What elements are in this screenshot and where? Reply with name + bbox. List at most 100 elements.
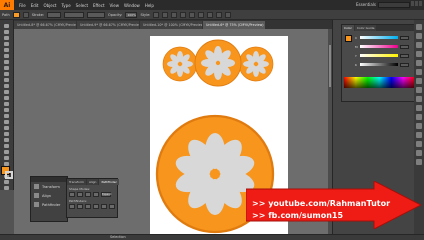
opacity-field[interactable]: 100% — [125, 11, 138, 18]
trim-button[interactable] — [77, 204, 83, 209]
rotate-tool-icon[interactable] — [1, 95, 12, 100]
gradient-panel-icon[interactable] — [416, 69, 422, 75]
graphic-style-swatch[interactable] — [153, 11, 160, 18]
minus-front-button[interactable] — [77, 192, 83, 197]
lasso-tool-icon[interactable] — [1, 41, 12, 46]
fill-stroke-widget[interactable] — [1, 166, 13, 180]
panel-menu-button[interactable] — [225, 11, 232, 18]
stroke-panel-icon[interactable] — [416, 60, 422, 66]
menu-file[interactable]: File — [19, 3, 26, 8]
color-panel-fill-swatch[interactable] — [345, 35, 352, 42]
line-tool-icon[interactable] — [1, 59, 12, 64]
paintbrush-tool-icon[interactable] — [1, 71, 12, 76]
divide-button[interactable] — [69, 204, 75, 209]
perspective-tool-icon[interactable] — [1, 125, 12, 130]
character-panel-icon[interactable] — [416, 150, 422, 156]
transparency-panel-icon[interactable] — [416, 78, 422, 84]
intersect-button[interactable] — [85, 192, 91, 197]
tab-color-guide[interactable]: Color Guide — [354, 25, 377, 31]
recolor-artwork-button[interactable] — [162, 11, 169, 18]
type-tool-icon[interactable] — [1, 53, 12, 58]
appearance-panel-icon[interactable] — [416, 87, 422, 93]
unite-button[interactable] — [69, 192, 75, 197]
cyan-slider[interactable] — [360, 36, 398, 39]
orange-slice-left[interactable] — [162, 46, 198, 82]
tab-color[interactable]: Color — [342, 25, 354, 31]
tab-transform[interactable]: Transform — [67, 179, 86, 185]
menu-window[interactable]: Window — [124, 3, 140, 8]
selection-tool-icon[interactable] — [1, 23, 12, 28]
width-tool-icon[interactable] — [1, 107, 12, 112]
color-panel-icon[interactable] — [416, 24, 422, 30]
menu-view[interactable]: View — [110, 3, 120, 8]
workspace-switcher[interactable]: Essentials — [356, 2, 376, 7]
isolate-button[interactable] — [189, 11, 196, 18]
stroke-weight-field[interactable] — [47, 11, 62, 18]
close-button[interactable] — [419, 1, 422, 6]
yellow-value[interactable] — [400, 53, 409, 58]
panel-item-transform[interactable]: Transform — [31, 182, 67, 191]
brush-definition[interactable] — [87, 11, 106, 18]
blend-tool-icon[interactable] — [1, 149, 12, 154]
pencil-tool-icon[interactable] — [1, 77, 12, 82]
magic-wand-tool-icon[interactable] — [1, 35, 12, 40]
pathfinder-panel-icon[interactable] — [416, 132, 422, 138]
fill-swatch[interactable] — [12, 11, 20, 18]
orange-slice-right[interactable] — [238, 46, 274, 82]
stroke-color-swatch[interactable] — [5, 171, 13, 179]
tab-align[interactable]: Align — [86, 179, 99, 185]
outline-button[interactable] — [101, 204, 107, 209]
brushes-panel-icon[interactable] — [416, 42, 422, 48]
artboards-panel-icon[interactable] — [416, 114, 422, 120]
panel-item-pathfinder[interactable]: Pathfinder — [31, 200, 67, 209]
direct-selection-tool-icon[interactable] — [1, 29, 12, 34]
arrange-docs-button[interactable] — [216, 11, 223, 18]
stroke-swatch[interactable] — [22, 11, 29, 18]
pen-tool-icon[interactable] — [1, 47, 12, 52]
swatches-panel-icon[interactable] — [416, 33, 422, 39]
minimize-button[interactable] — [411, 1, 414, 6]
variable-width-profile[interactable] — [64, 11, 85, 18]
doc-tab-3[interactable]: Untitled-10* @ 100% (CMYK/Preview) — [140, 21, 202, 29]
minus-back-button[interactable] — [109, 204, 115, 209]
magenta-slider[interactable] — [360, 45, 398, 48]
help-search-input[interactable] — [378, 2, 410, 8]
panel-item-align[interactable]: Align — [31, 191, 67, 200]
symbol-sprayer-tool-icon[interactable] — [1, 155, 12, 160]
yellow-slider[interactable] — [360, 54, 398, 57]
doc-tab-4[interactable]: Untitled-6* @ 75% (CMYK/Preview) — [203, 21, 265, 29]
menu-help[interactable]: Help — [145, 3, 154, 8]
transform-panel-icon[interactable] — [416, 141, 422, 147]
graphic-styles-panel-icon[interactable] — [416, 96, 422, 102]
mesh-tool-icon[interactable] — [1, 131, 12, 136]
black-value[interactable] — [400, 62, 409, 67]
layers-panel-icon[interactable] — [416, 105, 422, 111]
menu-type[interactable]: Type — [61, 3, 70, 8]
magenta-value[interactable] — [400, 44, 409, 49]
document-setup-button[interactable] — [198, 11, 205, 18]
black-slider[interactable] — [360, 63, 398, 66]
eraser-tool-icon[interactable] — [1, 89, 12, 94]
exclude-button[interactable] — [93, 192, 99, 197]
preferences-button[interactable] — [207, 11, 214, 18]
doc-tab-2[interactable]: Untitled-9* @ 66.67% (CMYK/Preview) — [77, 21, 139, 29]
menu-effect[interactable]: Effect — [93, 3, 105, 8]
maximize-button[interactable] — [415, 1, 418, 6]
cyan-value[interactable] — [400, 35, 409, 40]
paragraph-panel-icon[interactable] — [416, 159, 422, 165]
align-button[interactable] — [171, 11, 178, 18]
zoom-tool-icon[interactable] — [1, 185, 12, 190]
menu-select[interactable]: Select — [76, 3, 88, 8]
tab-pathfinder[interactable]: Pathfinder — [99, 179, 119, 185]
menu-object[interactable]: Object — [43, 3, 56, 8]
shape-builder-tool-icon[interactable] — [1, 119, 12, 124]
blob-brush-tool-icon[interactable] — [1, 83, 12, 88]
transform-button[interactable] — [180, 11, 187, 18]
symbols-panel-icon[interactable] — [416, 51, 422, 57]
merge-button[interactable] — [85, 204, 91, 209]
align-panel-icon[interactable] — [416, 123, 422, 129]
scrollbar-thumb[interactable] — [329, 45, 331, 87]
crop-button[interactable] — [93, 204, 99, 209]
rectangle-tool-icon[interactable] — [1, 65, 12, 70]
doc-tab-1[interactable]: Untitled-8* @ 66.67% (CMYK/Preview) — [14, 21, 76, 29]
